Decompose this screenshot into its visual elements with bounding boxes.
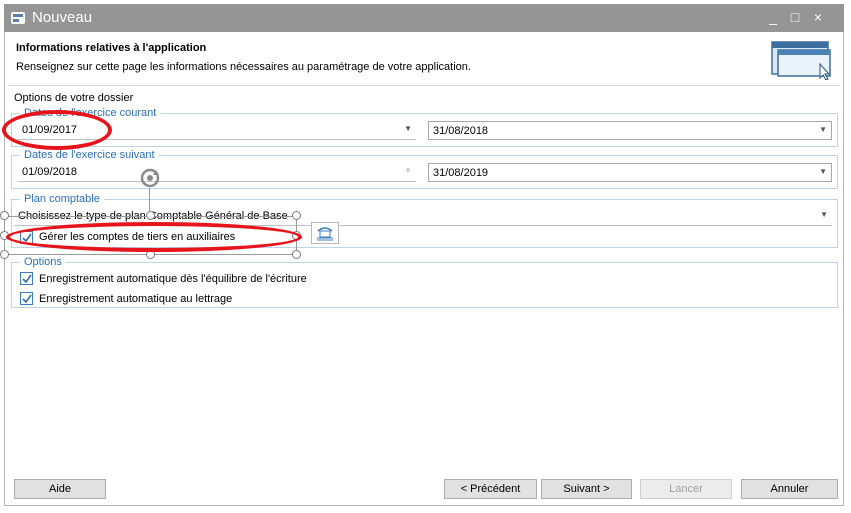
end-date-courant-combo[interactable]: 31/08/2018 ▼	[428, 121, 832, 140]
app-icon	[10, 10, 26, 26]
group-legend-exercice-suivant: Dates de l'exercice suivant	[20, 148, 159, 162]
maximize-icon[interactable]: □	[786, 9, 804, 25]
minimize-icon[interactable]: _	[764, 9, 782, 25]
layout-options-icon[interactable]	[311, 222, 339, 244]
auto-equilibre-label[interactable]: Enregistrement automatique dès l'équilib…	[39, 273, 307, 285]
title-bar: Nouveau _ □ ×	[4, 4, 844, 32]
auto-equilibre-checkbox[interactable]	[20, 272, 33, 285]
resize-handle[interactable]	[0, 250, 9, 259]
resize-handle[interactable]	[292, 250, 301, 259]
chevron-down-icon: ▼	[404, 166, 412, 175]
previous-button[interactable]: < Précédent	[444, 479, 537, 499]
resize-handle[interactable]	[0, 211, 9, 220]
group-legend-options: Options	[20, 255, 66, 269]
chevron-down-icon[interactable]: ▼	[404, 124, 412, 133]
end-date-courant-value: 31/08/2018	[433, 125, 489, 137]
rotate-icon[interactable]	[138, 166, 162, 193]
chevron-down-icon[interactable]: ▼	[819, 125, 827, 134]
auto-lettrage-label[interactable]: Enregistrement automatique au lettrage	[39, 293, 232, 305]
page-subtitle: Renseignez sur cette page les informatio…	[16, 61, 471, 73]
close-icon[interactable]: ×	[809, 9, 827, 25]
start-date-suivant-value: 01/09/2018	[22, 166, 78, 178]
window-cursor-icon	[770, 40, 836, 83]
annotation-ellipse-date	[2, 110, 112, 150]
chevron-down-icon[interactable]: ▼	[820, 210, 828, 219]
help-button[interactable]: Aide	[14, 479, 106, 499]
options-heading: Options de votre dossier	[14, 92, 134, 104]
cancel-button[interactable]: Annuler	[741, 479, 838, 499]
end-date-suivant-combo[interactable]: 31/08/2019 ▼	[428, 163, 832, 182]
launch-button[interactable]: Lancer	[640, 479, 732, 499]
header-separator	[8, 85, 840, 86]
end-date-suivant-value: 31/08/2019	[433, 167, 489, 179]
resize-handle[interactable]	[292, 211, 301, 220]
window-title: Nouveau	[32, 9, 93, 26]
annotation-ellipse-tiers	[6, 222, 302, 252]
start-date-suivant-combo[interactable]: 01/09/2018 ▼	[18, 163, 416, 182]
group-legend-plan-comptable: Plan comptable	[20, 192, 104, 206]
chevron-down-icon[interactable]: ▼	[819, 167, 827, 176]
auto-lettrage-checkbox[interactable]	[20, 292, 33, 305]
resize-handle[interactable]	[146, 211, 155, 220]
next-button[interactable]: Suivant >	[541, 479, 632, 499]
page-title: Informations relatives à l'application	[16, 42, 207, 54]
